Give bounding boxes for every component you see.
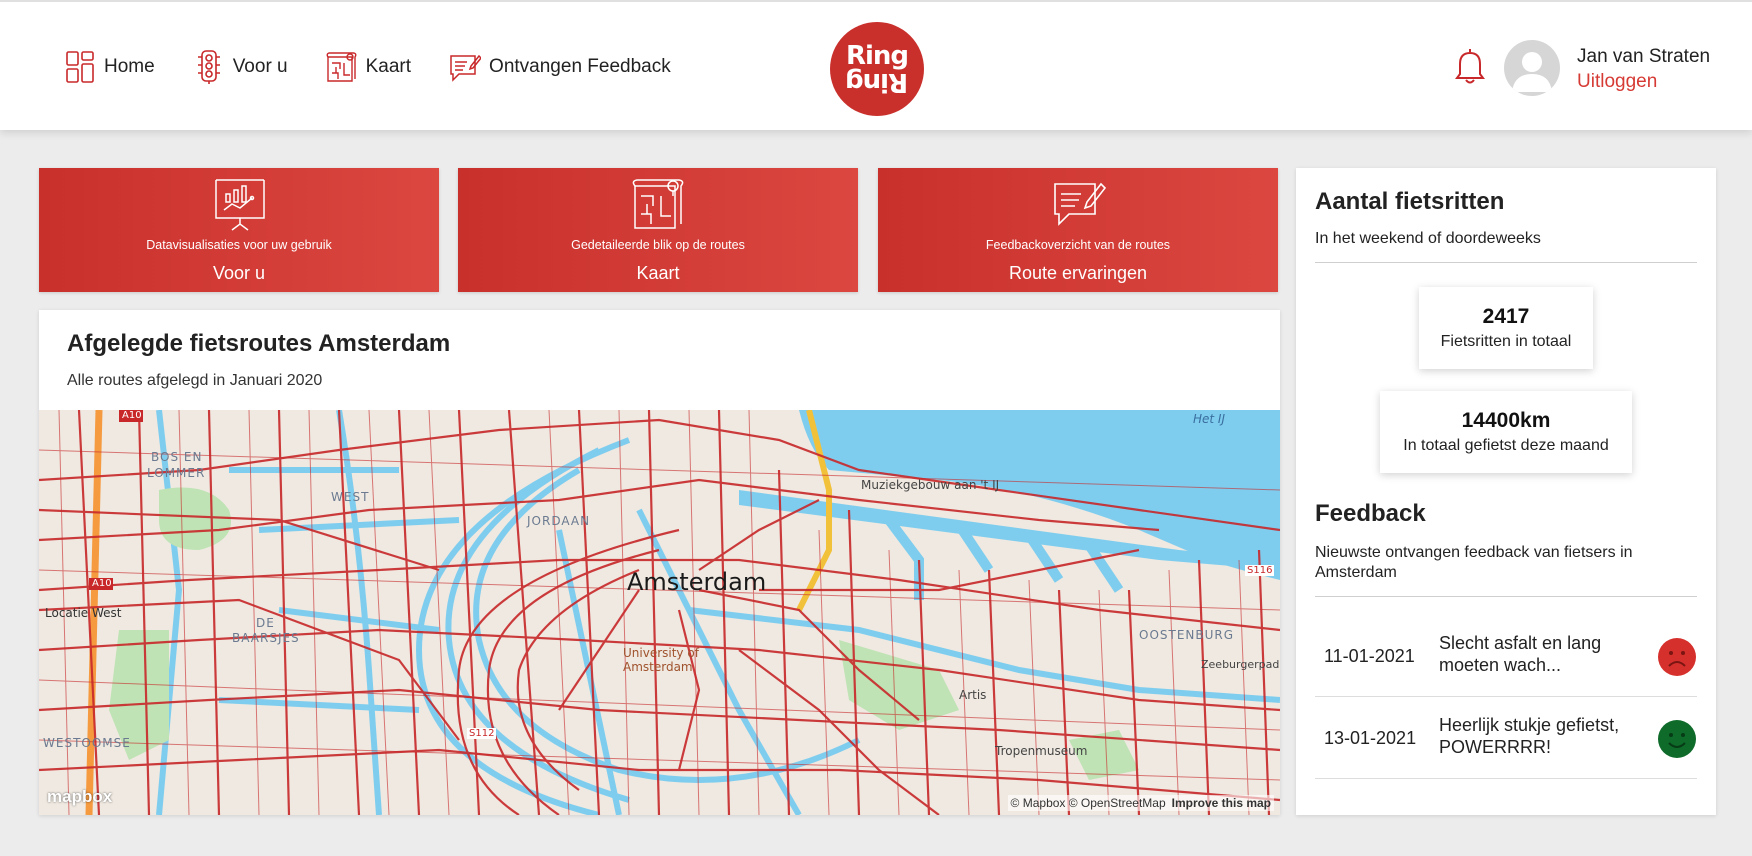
map-label-het-ij: Het IJ [1193, 412, 1226, 426]
tile-kaart[interactable]: Gedetaileerde blik op de routes Kaart [458, 168, 858, 292]
feedback-icon [1051, 176, 1107, 232]
nav-item-ontvangen-feedback[interactable]: Ontvangen Feedback [449, 49, 671, 85]
nav-item-label: Kaart [365, 56, 412, 77]
map-label-muziekgebouw: Muziekgebouw aan 't IJ [861, 478, 1000, 492]
map-label-westoomse: WESTOOMSE [43, 736, 131, 750]
map-attribution: © Mapbox © OpenStreetMap Improve this map [1007, 795, 1274, 811]
tile-subtitle: Feedbackoverzicht van de routes [985, 238, 1171, 252]
user-name: Jan van Straten [1577, 46, 1711, 67]
top-header: Home Voor u Kaart Ontvangen Feedback Rin… [0, 0, 1752, 130]
map-card: Afgelegde fietsroutes Amsterdam Alle rou… [39, 310, 1280, 815]
sad-face-icon [1658, 638, 1696, 676]
map-canvas [39, 410, 1280, 815]
map-label-bos-en: BOS EN [151, 450, 203, 464]
feedback-subtitle: Nieuwste ontvangen feedback van fietsers… [1315, 544, 1633, 581]
feedback-text: Slecht asfalt en lang moeten wach... [1439, 633, 1602, 675]
dashboard-icon [64, 49, 96, 85]
divider [1315, 262, 1697, 263]
road-marker-a10-left: A10 [92, 578, 112, 589]
logout-link[interactable]: Uitloggen [1577, 71, 1710, 93]
total-rides-card: 2417 Fietsritten in totaal [1419, 287, 1593, 369]
rides-title: Aantal fietsritten [1315, 188, 1505, 215]
happy-face-icon [1658, 720, 1696, 758]
tile-subtitle: Gedetaileerde blik op de routes [571, 238, 745, 252]
tile-subtitle: Datavisualisaties voor uw gebruik [146, 238, 332, 252]
map-attribution-text[interactable]: © Mapbox © OpenStreetMap [1011, 796, 1166, 810]
nav-item-home[interactable]: Home [64, 49, 155, 85]
map-city-label: Amsterdam [627, 568, 767, 596]
map-label-artis: Artis [959, 688, 987, 702]
tile-title: Route ervaringen [1008, 263, 1148, 283]
map-label-oostenburg: OOSTENBURG [1139, 628, 1235, 642]
feedback-title: Feedback [1315, 500, 1426, 527]
road-marker-s112: S112 [467, 728, 497, 739]
feedback-item[interactable]: 11-01-2021 Slecht asfalt en lang moeten … [1315, 616, 1697, 697]
map-label-zeeburgerpad: Zeeburgerpad [1201, 658, 1280, 671]
feedback-text: Heerlijk stukje gefietst, POWERRRR! [1439, 715, 1620, 757]
feedback-icon [449, 49, 482, 85]
total-rides-label: Fietsritten in totaal [1440, 333, 1572, 350]
map-label-de: DE [256, 616, 275, 630]
map-label-university: University of Amsterdam [623, 646, 699, 674]
tile-title: Kaart [636, 263, 680, 283]
user-block: Jan van Straten Uitloggen [1577, 46, 1710, 93]
distance-card: 14400km In totaal gefietst deze maand [1380, 391, 1632, 473]
map-icon [326, 49, 358, 85]
tile-voor-u[interactable]: Datavisualisaties voor uw gebruik Voor u [39, 168, 439, 292]
improve-map-link[interactable]: Improve this map [1172, 796, 1271, 810]
divider [1315, 596, 1697, 597]
nav-item-label: Voor u [232, 56, 288, 77]
map-label-jordaan: JORDAAN [527, 514, 591, 528]
feedback-item[interactable]: 13-01-2021 Heerlijk stukje gefietst, POW… [1315, 698, 1697, 779]
map-label-west: WEST [331, 490, 370, 504]
nav-item-voor-u[interactable]: Voor u [193, 49, 288, 85]
route-map[interactable]: BOS EN LOMMER WEST JORDAAN DE BAARSJES L… [39, 410, 1280, 815]
map-card-subtitle: Alle routes afgelegd in Januari 2020 [67, 372, 323, 389]
feedback-date: 13-01-2021 [1324, 728, 1417, 748]
traffic-light-icon [193, 49, 225, 85]
map-icon [631, 176, 687, 232]
map-label-locatie-west: Locatie West [45, 606, 122, 620]
road-marker-s116: S116 [1245, 565, 1275, 576]
mapbox-logo[interactable]: mapbox [47, 787, 112, 807]
distance-value: 14400km [1461, 409, 1551, 432]
tile-title: Voor u [212, 263, 266, 283]
map-card-title: Afgelegde fietsroutes Amsterdam [67, 330, 451, 357]
feedback-date: 11-01-2021 [1324, 646, 1415, 666]
tile-route-ervaringen[interactable]: Feedbackoverzicht van de routes Route er… [878, 168, 1278, 292]
nav-item-label: Ontvangen Feedback [489, 56, 671, 77]
nav-item-label: Home [104, 56, 155, 77]
map-label-lommer: LOMMER [147, 466, 206, 480]
logo-text-bottom: Ring [845, 67, 909, 97]
presentation-chart-icon [212, 176, 268, 232]
avatar[interactable] [1504, 40, 1560, 96]
map-label-baarsjes: BAARSJES [232, 631, 300, 645]
main-nav: Home Voor u Kaart Ontvangen Feedback [64, 49, 709, 85]
bell-icon[interactable] [1454, 46, 1486, 86]
logo-text-top: Ring [845, 41, 909, 71]
stats-sidebar: Aantal fietsritten In het weekend of doo… [1296, 168, 1716, 815]
rides-subtitle: In het weekend of doordeweeks [1315, 230, 1541, 247]
road-marker-a10-top: A10 [122, 410, 142, 421]
map-label-tropenmuseum: Tropenmuseum [995, 744, 1088, 758]
nav-item-kaart[interactable]: Kaart [326, 49, 411, 85]
distance-label: In totaal gefietst deze maand [1403, 437, 1609, 454]
total-rides-value: 2417 [1482, 305, 1530, 328]
ringring-logo[interactable]: Ring Ring [830, 22, 924, 116]
